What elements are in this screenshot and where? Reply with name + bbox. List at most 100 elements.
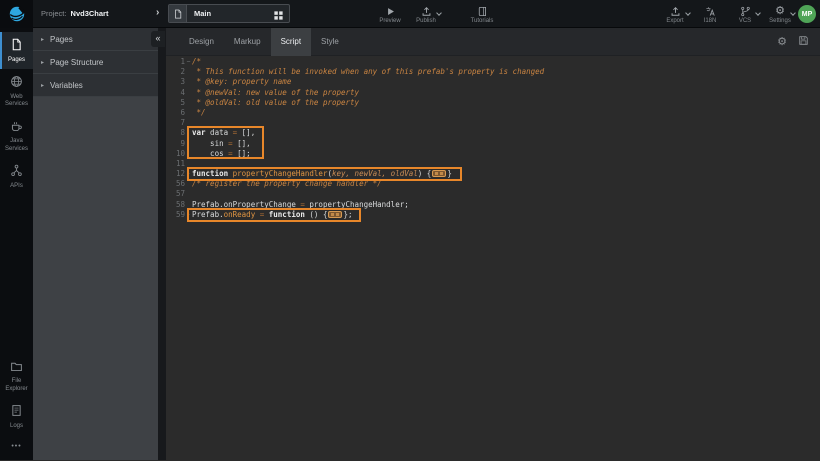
panel-section-variables-label: Variables	[50, 81, 83, 90]
chevron-expand-icon: ▸	[41, 82, 44, 89]
code-line-57: 57	[166, 189, 820, 199]
project-label: Project:	[41, 9, 66, 18]
script-editor[interactable]: 1–/*2 * This function will be invoked wh…	[166, 56, 820, 460]
line-number-4: 4	[166, 88, 185, 98]
fold-gutter	[185, 88, 192, 98]
token-plain: propertyChangeHandler;	[305, 200, 409, 209]
settings-icon[interactable]: ⚙	[777, 36, 787, 48]
topbar-vcs-button[interactable]: VCS	[733, 5, 757, 24]
topbar-preview-label: Preview	[379, 18, 400, 24]
line-number-58: 58	[166, 200, 185, 210]
tab-markup[interactable]: Markup	[224, 28, 271, 56]
token-plain: [],	[233, 139, 251, 148]
user-avatar[interactable]: MP	[798, 5, 816, 23]
line-number-59: 59	[166, 210, 185, 220]
grid-view-icon[interactable]	[273, 8, 284, 19]
code-line-1-text: /*	[192, 57, 201, 67]
topbar-i18n-button[interactable]: I18N	[698, 5, 722, 24]
code-line-1: 1–/*	[166, 57, 820, 67]
caret-down-icon	[755, 10, 761, 16]
rail-item-apis-label: APIs	[10, 183, 23, 191]
code-line-6: 6 */	[166, 108, 820, 118]
panel-section-variables[interactable]: ▸ Variables	[33, 74, 158, 97]
rail-item-java-services[interactable]: Java Services	[0, 114, 33, 159]
token-comment: * @newVal: new value of the property	[192, 88, 359, 97]
rail-item-pages[interactable]: Pages	[0, 32, 33, 69]
code-line-11: 11	[166, 159, 820, 169]
branch-icon	[740, 5, 751, 17]
rail-item-file-explorer[interactable]: File Explorer	[0, 354, 33, 399]
topbar-settings-button[interactable]: ⚙Settings	[768, 5, 792, 24]
topbar-tutorials-button[interactable]: Tutorials	[470, 5, 494, 24]
tab-style[interactable]: Style	[311, 28, 349, 56]
token-plain: ) {	[418, 169, 432, 178]
code-line-12: 12▸function propertyChangeHandler(key, n…	[166, 169, 820, 179]
fold-marker-open-icon[interactable]: –	[185, 57, 192, 67]
rail-item-logs[interactable]: Logs	[0, 398, 33, 435]
fold-gutter	[185, 139, 192, 149]
code-line-5-text: * @oldVal: old value of the property	[192, 98, 359, 108]
chevron-right-icon: ›	[156, 7, 159, 19]
fold-gutter	[185, 118, 192, 128]
caret-down-icon	[790, 10, 796, 16]
fold-marker-closed-icon[interactable]: ▸	[185, 169, 192, 179]
rail-item-logs-label: Logs	[10, 423, 23, 431]
topbar-right-actions: Export I18N VCS ⚙Settings	[663, 1, 792, 28]
token-fn: propertyChangeHandler	[228, 169, 327, 178]
pages-panel: ▸Pages▸Page Structure ▸ Variables	[33, 28, 158, 460]
upload-icon	[421, 5, 432, 17]
topbar-preview-button[interactable]: Preview	[378, 5, 402, 24]
token-param: key, newVal, oldVal	[332, 169, 418, 178]
panel-editor-divider[interactable]	[158, 28, 166, 460]
fold-gutter	[185, 77, 192, 87]
collapsed-code-widget[interactable]	[328, 211, 342, 218]
page-icon	[10, 38, 23, 57]
save-icon[interactable]	[798, 33, 809, 51]
rail-item-web-services[interactable]: Web Services	[0, 69, 33, 114]
panel-section-page-structure-label: Page Structure	[50, 58, 103, 67]
panel-section-pages[interactable]: ▸Pages	[33, 28, 158, 51]
upload-icon	[670, 5, 681, 17]
rail-more-button[interactable]: •••	[0, 435, 33, 460]
line-number-7: 7	[166, 118, 185, 128]
token-fn: onReady	[224, 210, 256, 219]
token-plain: [];	[233, 149, 251, 158]
project-name: Nvd3Chart	[71, 9, 109, 18]
collapsed-code-widget[interactable]	[432, 170, 446, 177]
line-number-12: 12	[166, 169, 185, 179]
rail-item-web-services-label: Web Services	[1, 94, 32, 109]
fold-gutter	[185, 200, 192, 210]
token-comment: /* register the property change handler …	[192, 179, 382, 188]
gear-icon: ⚙	[775, 5, 785, 17]
page-selector-dropdown[interactable]: Main	[168, 4, 290, 23]
nodes-icon	[10, 164, 23, 183]
panel-section-pages-label: Pages	[50, 35, 73, 44]
tab-design[interactable]: Design	[179, 28, 224, 56]
caret-down-icon	[436, 10, 442, 16]
page-icon	[169, 5, 187, 22]
line-number-11: 11	[166, 159, 185, 169]
token-kw: function	[192, 169, 228, 178]
topbar: Project: Nvd3Chart › Main Preview Publish…	[0, 0, 820, 28]
code-line-12-text: function propertyChangeHandler(key, newV…	[192, 169, 452, 179]
topbar-publish-button[interactable]: Publish	[414, 5, 438, 24]
page-selector-value: Main	[187, 9, 273, 18]
topbar-export-button[interactable]: Export	[663, 5, 687, 24]
code-line-10-text: cos = [];	[192, 149, 251, 159]
fold-gutter	[185, 98, 192, 108]
token-plain: }	[447, 169, 452, 178]
tab-script[interactable]: Script	[271, 28, 311, 56]
token-plain: () {	[305, 210, 328, 219]
token-comment: * This function will be invoked when any…	[192, 67, 544, 76]
token-plain: data	[206, 128, 233, 137]
project-title: Project: Nvd3Chart	[41, 9, 108, 18]
panel-collapse-button[interactable]: «	[151, 31, 165, 47]
panel-section-page-structure[interactable]: ▸Page Structure	[33, 51, 158, 74]
fold-marker-closed-icon[interactable]: ▸	[185, 210, 192, 220]
topbar-center-actions: Preview Publish Tutorials	[378, 1, 494, 28]
book-icon	[477, 5, 488, 17]
rail-item-apis[interactable]: APIs	[0, 158, 33, 195]
line-number-5: 5	[166, 98, 185, 108]
editor-tabbar: « DesignMarkupScriptStyle⚙	[166, 28, 820, 56]
token-plain: Prefab.	[192, 210, 224, 219]
